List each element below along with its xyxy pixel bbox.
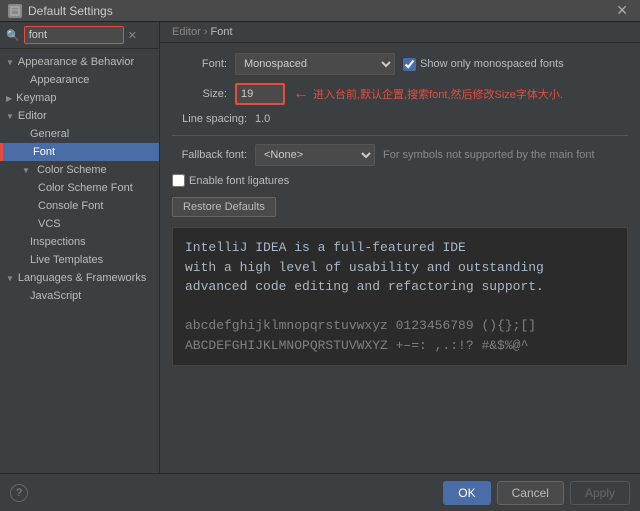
sidebar-item-keymap[interactable]: ▶ Keymap [0, 89, 159, 107]
size-input[interactable] [235, 83, 285, 105]
font-select[interactable]: Monospaced [235, 53, 395, 75]
preview-line-5: abcdefghijklmnopqrstuvwxyz 0123456789 ()… [185, 316, 615, 336]
close-button[interactable]: ✕ [612, 2, 632, 19]
fallback-note: For symbols not supported by the main fo… [383, 149, 595, 161]
ligatures-checkbox[interactable] [172, 174, 185, 187]
arrow-icon: ← [293, 85, 309, 103]
sidebar-item-label: Keymap [16, 92, 56, 104]
line-spacing-value: 1.0 [255, 113, 270, 125]
breadcrumb-path: Editor [172, 26, 201, 38]
sidebar-item-inspections[interactable]: Inspections [0, 233, 159, 251]
sidebar-item-live-templates[interactable]: Live Templates [0, 251, 159, 269]
preview-line-2: with a high level of usability and outst… [185, 258, 615, 278]
sidebar-item-color-scheme-font[interactable]: Color Scheme Font [0, 179, 159, 197]
breadcrumb-separator: › [204, 26, 211, 38]
fallback-select[interactable]: <None> [255, 144, 375, 166]
title-bar: Default Settings ✕ [0, 0, 640, 22]
sidebar-item-label: Languages & Frameworks [18, 272, 146, 284]
sidebar-item-label: Color Scheme Font [38, 182, 133, 194]
sidebar-item-label: Font [33, 146, 55, 158]
expand-icon: ▼ [6, 112, 14, 121]
help-button[interactable]: ? [10, 484, 28, 502]
preview-line-1: IntelliJ IDEA is a full-featured IDE [185, 238, 615, 258]
sidebar-item-javascript[interactable]: JavaScript [0, 287, 159, 305]
dialog-title: Default Settings [28, 4, 113, 18]
sidebar-item-font[interactable]: Font [0, 143, 159, 161]
expand-icon: ▼ [6, 274, 14, 283]
sidebar-item-label: Color Scheme [37, 164, 107, 176]
sidebar-item-general[interactable]: General [0, 125, 159, 143]
search-input[interactable] [24, 26, 124, 44]
preview-line-6: ABCDEFGHIJKLMNOPQRSTUVWXYZ +–=: ,.:!? #&… [185, 336, 615, 356]
fallback-font-row: Fallback font: <None> For symbols not su… [172, 144, 628, 166]
font-row: Font: Monospaced Show only monospaced fo… [172, 53, 628, 75]
sidebar-item-label: Console Font [38, 200, 103, 212]
search-clear-icon[interactable]: ✕ [128, 29, 137, 42]
line-spacing-label: Line spacing: [172, 113, 247, 125]
fallback-label: Fallback font: [172, 149, 247, 161]
sidebar-item-label: JavaScript [30, 290, 81, 302]
sidebar-item-label: Appearance & Behavior [18, 56, 134, 68]
expand-icon: ▶ [6, 94, 12, 103]
monospaced-label: Show only monospaced fonts [420, 58, 564, 70]
size-row: Size: ← 进入台前,默认企置,搜索font,然后修改Size字体大小. [172, 83, 628, 105]
app-icon [8, 4, 22, 18]
sidebar-item-console-font[interactable]: Console Font [0, 197, 159, 215]
annotation: ← 进入台前,默认企置,搜索font,然后修改Size字体大小. [293, 85, 563, 103]
ligatures-label: Enable font ligatures [189, 175, 289, 187]
search-icon: 🔍 [6, 29, 20, 42]
sidebar-item-label: Inspections [30, 236, 86, 248]
line-spacing-row: Line spacing: 1.0 [172, 113, 628, 125]
separator [172, 135, 628, 136]
sidebar-item-color-scheme[interactable]: ▼ Color Scheme [0, 161, 159, 179]
expand-icon: ▼ [6, 58, 14, 67]
sidebar-item-appearance[interactable]: Appearance [0, 71, 159, 89]
ligatures-row: Enable font ligatures [172, 174, 628, 187]
breadcrumb: Editor › Font [160, 22, 640, 43]
apply-button[interactable]: Apply [570, 481, 630, 505]
monospaced-checkbox[interactable] [403, 58, 416, 71]
font-label: Font: [172, 58, 227, 70]
sidebar-item-label: Appearance [30, 74, 89, 86]
preview-line-3: advanced code editing and refactoring su… [185, 277, 615, 297]
annotation-text: 进入台前,默认企置,搜索font,然后修改Size字体大小. [313, 86, 563, 102]
cancel-button[interactable]: Cancel [497, 481, 564, 505]
sidebar-item-editor[interactable]: ▼ Editor [0, 107, 159, 125]
sidebar-item-label: VCS [38, 218, 61, 230]
sidebar-item-vcs[interactable]: VCS [0, 215, 159, 233]
sidebar-item-label: General [30, 128, 69, 140]
ok-button[interactable]: OK [443, 481, 490, 505]
settings-panel: Font: Monospaced Show only monospaced fo… [160, 43, 640, 473]
monospaced-checkbox-label[interactable]: Show only monospaced fonts [403, 58, 564, 71]
preview-area: IntelliJ IDEA is a full-featured IDE wit… [172, 227, 628, 366]
sidebar: 🔍 ✕ ▼ Appearance & Behavior Appearance ▶… [0, 22, 160, 473]
sidebar-item-appearance-behavior[interactable]: ▼ Appearance & Behavior [0, 53, 159, 71]
sidebar-item-languages[interactable]: ▼ Languages & Frameworks [0, 269, 159, 287]
preview-line-4 [185, 297, 615, 317]
content-area: Editor › Font Font: Monospaced Show only… [160, 22, 640, 473]
sidebar-item-label: Editor [18, 110, 47, 122]
search-bar: 🔍 ✕ [0, 22, 159, 49]
restore-defaults-button[interactable]: Restore Defaults [172, 197, 276, 217]
bottom-bar: ? OK Cancel Apply [0, 473, 640, 511]
expand-icon: ▼ [22, 166, 30, 175]
ligatures-checkbox-label[interactable]: Enable font ligatures [172, 174, 289, 187]
size-label: Size: [172, 88, 227, 100]
sidebar-item-label: Live Templates [30, 254, 103, 266]
breadcrumb-current: Font [211, 26, 233, 38]
